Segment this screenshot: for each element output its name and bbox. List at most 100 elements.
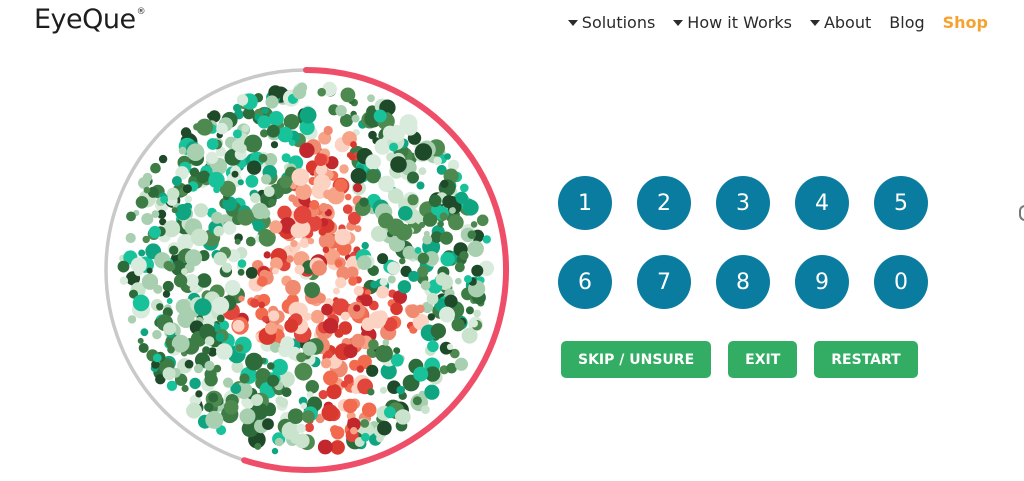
plate-dot — [205, 151, 219, 164]
plate-dot — [251, 202, 269, 220]
key-7[interactable]: 7 — [637, 255, 691, 309]
plate-dot — [380, 386, 387, 394]
key-3[interactable]: 3 — [716, 176, 770, 230]
key-1[interactable]: 1 — [558, 176, 612, 230]
plate-dot — [142, 235, 150, 244]
key-5[interactable]: 5 — [874, 176, 928, 230]
plate-dot — [213, 225, 225, 237]
plate-dot — [354, 225, 362, 233]
plate-dot — [366, 169, 381, 184]
plate-dot — [268, 310, 280, 322]
plate-dot — [353, 183, 363, 193]
plate-dot — [416, 181, 425, 190]
plate-dot — [117, 260, 130, 273]
nav-blog[interactable]: Blog — [889, 13, 924, 32]
plate-dot — [402, 120, 418, 136]
plate-dot — [317, 87, 326, 97]
plate-dot — [196, 118, 214, 136]
plate-dot — [304, 422, 314, 433]
plate-dot — [340, 311, 350, 321]
plate-dot — [294, 362, 313, 381]
plate-dot — [356, 365, 364, 373]
plate-dot — [126, 211, 136, 222]
plate-dot — [216, 122, 228, 135]
plate-dot — [378, 175, 395, 192]
plate-dot — [137, 337, 144, 344]
key-9[interactable]: 9 — [795, 255, 849, 309]
plate-dot — [204, 373, 218, 387]
plate-dot — [382, 125, 397, 140]
plate-dot — [359, 197, 369, 207]
plate-dot — [368, 311, 387, 329]
key-4[interactable]: 4 — [795, 176, 849, 230]
plate-dot — [313, 174, 331, 191]
plate-dot — [138, 343, 149, 353]
scroll-handle-icon[interactable] — [1019, 205, 1024, 221]
plate-dot — [439, 231, 453, 245]
plate-dot — [167, 345, 175, 354]
plate-dot — [430, 323, 446, 339]
plate-dot — [469, 319, 478, 328]
plate-dot — [459, 250, 469, 261]
plate-dot — [323, 370, 338, 386]
plate-dot — [373, 109, 387, 123]
plate-dot — [180, 127, 192, 138]
plate-dot — [377, 253, 389, 265]
plate-dot — [182, 184, 192, 194]
plate-dot — [397, 280, 412, 294]
plate-dot — [235, 344, 244, 352]
restart-button[interactable]: RESTART — [814, 341, 918, 378]
plate-dot — [151, 210, 160, 219]
plate-dot — [304, 282, 320, 298]
plate-dot — [323, 125, 333, 136]
plate-dot — [216, 343, 233, 360]
plate-dot — [189, 377, 201, 390]
plate-dot — [171, 207, 178, 214]
skip-unsure-button[interactable]: SKIP / UNSURE — [561, 341, 712, 378]
plate-dot — [127, 315, 137, 324]
nav-solutions[interactable]: Solutions — [567, 13, 655, 32]
plate-dot — [390, 156, 407, 173]
plate-dot — [334, 259, 343, 267]
plate-dot — [278, 397, 289, 408]
plate-dot — [190, 228, 209, 247]
plate-dot — [211, 211, 224, 224]
plate-dot — [412, 396, 422, 406]
plate-dot — [163, 322, 177, 336]
key-8[interactable]: 8 — [716, 255, 770, 309]
plate-dot — [163, 260, 173, 271]
plate-dot — [455, 191, 468, 204]
nav-how-it-works[interactable]: How it Works — [673, 13, 792, 32]
plate-dot — [206, 138, 219, 150]
plate-dot — [301, 410, 315, 424]
plate-dot — [390, 353, 404, 367]
plate-dot — [221, 262, 232, 273]
nav-about[interactable]: About — [809, 13, 871, 32]
plate-dot — [367, 94, 375, 103]
plate-dot — [208, 392, 219, 403]
exit-button[interactable]: EXIT — [728, 341, 798, 378]
plate-dot — [245, 352, 263, 371]
plate-dot — [387, 275, 396, 284]
plate-dot — [261, 174, 272, 185]
plate-dot — [348, 276, 358, 286]
plate-dot — [390, 302, 403, 316]
plate-dot — [246, 160, 262, 175]
nav-shop-label: Shop — [942, 13, 988, 32]
plate-dot — [317, 439, 333, 455]
plate-dot — [181, 384, 189, 393]
key-6[interactable]: 6 — [558, 255, 612, 309]
plate-dot — [152, 329, 162, 340]
plate-dot — [162, 367, 176, 381]
eyeque-logo[interactable]: EyeQue ® — [34, 4, 146, 35]
plate-dot — [286, 255, 294, 263]
plate-dot — [135, 196, 149, 209]
plate-dot — [239, 408, 256, 425]
plate-dot — [142, 172, 153, 183]
key-0[interactable]: 0 — [874, 255, 928, 309]
nav-shop[interactable]: Shop — [943, 13, 988, 32]
plate-dot — [439, 306, 455, 323]
plate-dot — [213, 364, 222, 373]
key-2[interactable]: 2 — [637, 176, 691, 230]
ishihara-plate-icon — [117, 81, 495, 455]
